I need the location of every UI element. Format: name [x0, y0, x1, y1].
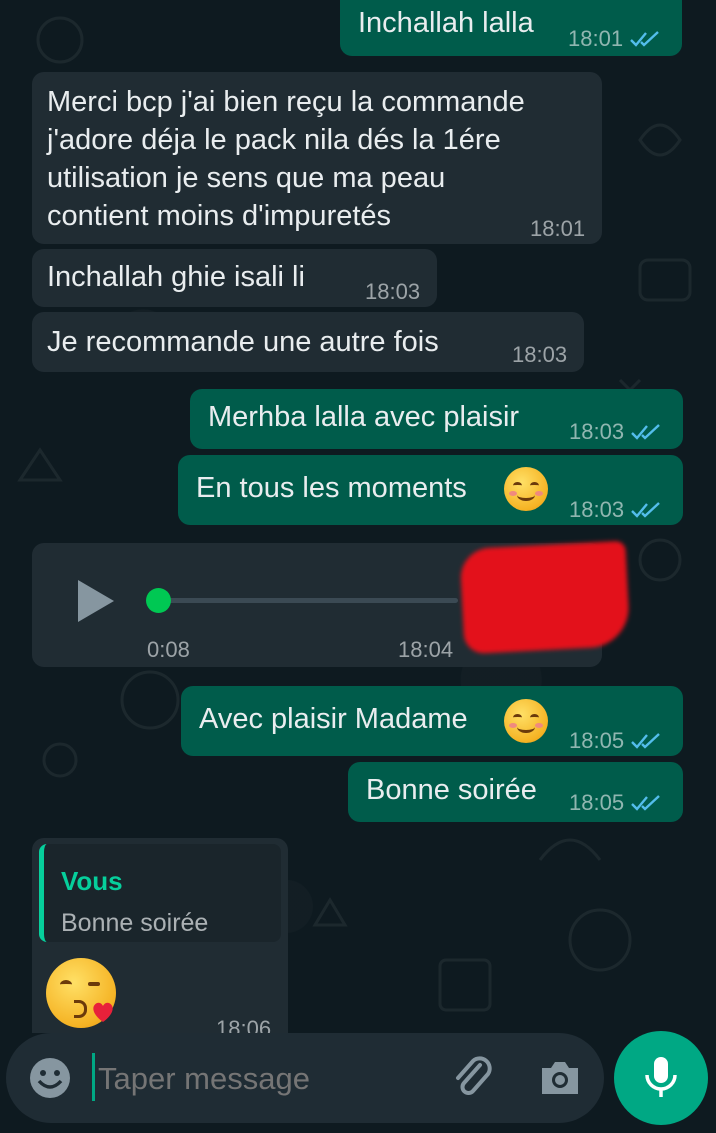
message-text: Avec plaisir Madame [199, 703, 468, 735]
message-meta: 18:04 [398, 631, 453, 669]
read-ticks-icon [631, 502, 660, 518]
message-meta: 18:06 [216, 1010, 271, 1033]
message-bubble-outgoing[interactable]: Merhba lalla avec plaisir 18:03 [190, 389, 683, 449]
message-text: Je recommande une autre fois [47, 326, 439, 358]
read-ticks-icon [631, 733, 660, 749]
message-bubble-incoming[interactable]: Merci bcp j'ai bien reçu la commande j'a… [32, 72, 602, 244]
message-time: 18:03 [569, 419, 625, 444]
message-meta: 18:03 [569, 491, 662, 529]
voice-duration: 0:08 [147, 637, 190, 662]
emoji-icon[interactable] [28, 1056, 72, 1100]
message-text: Merci bcp j'ai bien reçu la commande j'a… [47, 86, 525, 232]
quoted-message[interactable]: Vous Bonne soirée [39, 844, 281, 942]
kissing-face-heart-icon [46, 958, 116, 1028]
message-text: Inchallah lalla [358, 7, 534, 39]
message-meta: 18:05 [569, 784, 662, 822]
message-composer[interactable] [6, 1033, 604, 1123]
microphone-icon [645, 1057, 677, 1097]
play-icon[interactable] [74, 576, 118, 626]
message-time: 18:06 [216, 1016, 272, 1033]
message-time: 18:05 [569, 728, 625, 753]
message-time: 18:03 [365, 279, 421, 304]
message-text: Inchallah ghie isali li [47, 261, 305, 293]
read-ticks-icon [631, 424, 660, 440]
message-time: 18:01 [568, 26, 624, 51]
message-time: 18:04 [398, 637, 454, 662]
message-bubble-outgoing[interactable]: Avec plaisir Madame 18:05 [181, 686, 683, 756]
message-time: 18:03 [512, 342, 568, 367]
smiling-face-icon [504, 467, 548, 511]
read-ticks-icon [631, 795, 660, 811]
message-bubble-outgoing[interactable]: En tous les moments 18:03 [178, 455, 683, 525]
voice-progress-track[interactable] [158, 598, 458, 603]
message-text: Merhba lalla avec plaisir [208, 401, 520, 433]
camera-icon[interactable] [538, 1058, 582, 1098]
quoted-text: Bonne soirée [61, 909, 209, 937]
message-meta: 18:05 [569, 722, 662, 760]
message-meta: 18:03 [569, 413, 662, 451]
message-meta: 18:01 [568, 20, 661, 58]
read-ticks-icon [630, 31, 659, 47]
message-bubble-outgoing[interactable]: Inchallah lalla 18:01 [340, 0, 682, 56]
message-input[interactable] [96, 1053, 430, 1105]
message-bubble-incoming[interactable]: Je recommande une autre fois 18:03 [32, 312, 584, 372]
message-text: Bonne soirée [366, 774, 537, 806]
message-bubble-incoming-reply[interactable]: Vous Bonne soirée 18:06 [32, 838, 288, 1033]
message-meta: 18:01 [530, 210, 585, 248]
message-bubble-outgoing[interactable]: Bonne soirée 18:05 [348, 762, 683, 822]
message-text: En tous les moments [196, 472, 467, 504]
message-time: 18:03 [569, 497, 625, 522]
message-time: 18:01 [530, 216, 586, 241]
message-meta: 18:03 [365, 273, 420, 311]
paperclip-icon[interactable] [450, 1055, 496, 1101]
message-bubble-incoming[interactable]: Inchallah ghie isali li 18:03 [32, 249, 437, 307]
smiling-face-icon [504, 699, 548, 743]
quoted-author: Vous [61, 866, 123, 896]
text-cursor [92, 1053, 95, 1101]
microphone-button[interactable] [614, 1031, 708, 1125]
voice-progress-thumb[interactable] [146, 588, 171, 613]
redaction-mark [459, 540, 631, 655]
message-meta: 18:03 [512, 336, 567, 374]
message-time: 18:05 [569, 790, 625, 815]
